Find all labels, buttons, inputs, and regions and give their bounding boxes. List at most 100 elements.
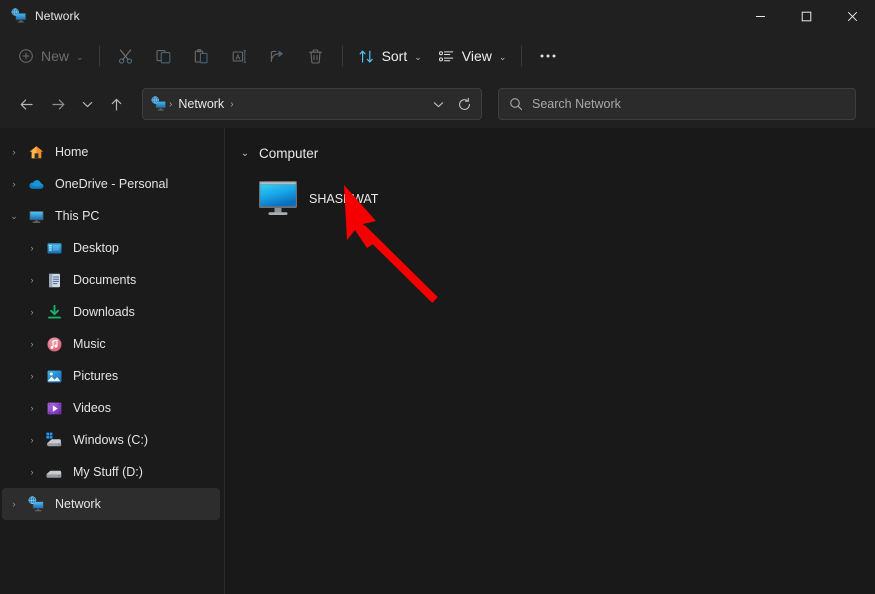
expander-chevron-icon[interactable]: › (20, 307, 44, 317)
expander-chevron-icon[interactable]: › (20, 339, 44, 349)
this-pc-monitor-icon (26, 208, 46, 225)
sidebar-item-documents[interactable]: › Documents (2, 264, 220, 296)
expander-chevron-icon[interactable]: › (2, 179, 26, 189)
sidebar-item-network[interactable]: › Network (2, 488, 220, 520)
view-list-icon (438, 48, 455, 65)
rename-button[interactable]: A (221, 40, 259, 72)
expander-chevron-icon[interactable]: › (2, 499, 26, 509)
expander-chevron-icon[interactable]: › (20, 243, 44, 253)
delete-button[interactable] (297, 40, 335, 72)
share-icon (269, 48, 286, 65)
sidebar-label: My Stuff (D:) (73, 465, 143, 479)
search-input[interactable]: Search Network (532, 97, 621, 111)
computer-monitor-icon (257, 179, 299, 219)
window-title: Network (35, 9, 80, 23)
svg-text:A: A (236, 54, 241, 61)
breadcrumb-separator-trailing: › (228, 99, 235, 110)
minimize-button[interactable] (737, 0, 783, 32)
up-button[interactable] (100, 88, 132, 120)
list-item-label: SHASHWAT (309, 192, 378, 206)
desktop-folder-icon (44, 240, 64, 257)
cut-button[interactable] (107, 40, 145, 72)
paste-button[interactable] (183, 40, 221, 72)
downloads-folder-icon (44, 304, 64, 321)
address-dropdown-button[interactable] (425, 91, 451, 117)
expander-chevron-icon[interactable]: › (2, 147, 26, 157)
breadcrumb-item-network[interactable]: Network (178, 97, 224, 111)
sidebar-item-this-pc[interactable]: ⌄ This PC (2, 200, 220, 232)
sidebar-item-music[interactable]: › Music (2, 328, 220, 360)
sidebar-item-home[interactable]: › Home (2, 136, 220, 168)
group-title: Computer (259, 146, 318, 161)
chevron-down-icon: ⌄ (414, 53, 422, 62)
windows-drive-icon (44, 431, 64, 449)
sidebar-label: Videos (73, 401, 111, 415)
copy-button[interactable] (145, 40, 183, 72)
sidebar-label: OneDrive - Personal (55, 177, 168, 191)
share-button[interactable] (259, 40, 297, 72)
sidebar-label: Downloads (73, 305, 135, 319)
network-computer-icon (11, 8, 27, 24)
expander-chevron-icon[interactable]: › (20, 435, 44, 445)
sidebar-item-downloads[interactable]: › Downloads (2, 296, 220, 328)
sidebar-label: Music (73, 337, 106, 351)
onedrive-cloud-icon (26, 175, 46, 193)
view-button-label: View (462, 48, 492, 64)
sidebar-label: Documents (73, 273, 136, 287)
sidebar-item-onedrive-personal[interactable]: › OneDrive - Personal (2, 168, 220, 200)
sidebar-label: Home (55, 145, 88, 159)
sort-button-label: Sort (382, 48, 408, 64)
close-button[interactable] (829, 0, 875, 32)
sidebar-label: Desktop (73, 241, 119, 255)
scissors-icon (117, 48, 134, 65)
sidebar-item-desktop[interactable]: › Desktop (2, 232, 220, 264)
explorer-body: › Home › OneDriv (0, 128, 875, 594)
sidebar-label: Windows (C:) (73, 433, 148, 447)
group-header-computer[interactable]: ⌄ Computer (237, 140, 875, 166)
command-bar: New ⌄ (0, 32, 875, 80)
maximize-button[interactable] (783, 0, 829, 32)
chevron-down-icon: ⌄ (76, 53, 84, 62)
see-more-button[interactable] (529, 40, 567, 72)
chevron-down-icon[interactable]: ⌄ (239, 148, 251, 159)
navigation-bar: › Network › Search Network (0, 80, 875, 128)
sidebar-label: This PC (55, 209, 99, 223)
network-computer-icon (151, 96, 167, 112)
new-button-label: New (41, 48, 69, 64)
title-bar-left: Network (0, 8, 80, 24)
sidebar-item-videos[interactable]: › Videos (2, 392, 220, 424)
rename-icon: A (231, 48, 248, 65)
refresh-button[interactable] (451, 91, 477, 117)
sidebar-item-pictures[interactable]: › Pictures (2, 360, 220, 392)
documents-folder-icon (44, 272, 64, 289)
music-folder-icon (44, 336, 64, 353)
toolbar-divider-1 (99, 46, 100, 66)
trash-icon (307, 48, 324, 65)
sidebar-item-my-stuff-d[interactable]: › My Stuff (D:) (2, 456, 220, 488)
toolbar-divider-3 (521, 46, 522, 66)
address-bar[interactable]: › Network › (142, 88, 482, 120)
new-button[interactable]: New ⌄ (10, 40, 92, 72)
sort-button[interactable]: Sort ⌄ (350, 40, 430, 72)
expander-chevron-icon[interactable]: › (20, 467, 44, 477)
window-controls (737, 0, 875, 32)
file-list-view: ⌄ Computer (225, 128, 875, 594)
chevron-down-icon: ⌄ (499, 53, 507, 62)
recent-locations-button[interactable] (74, 88, 100, 120)
expander-chevron-icon[interactable]: › (20, 275, 44, 285)
sidebar-item-windows-c[interactable]: › Windows (C:) (2, 424, 220, 456)
expander-chevron-icon[interactable]: ⌄ (2, 211, 26, 222)
paste-icon (193, 48, 210, 65)
expander-chevron-icon[interactable]: › (20, 371, 44, 381)
expander-chevron-icon[interactable]: › (20, 403, 44, 413)
view-button[interactable]: View ⌄ (430, 40, 515, 72)
pictures-folder-icon (44, 368, 64, 385)
sidebar-label: Network (55, 497, 101, 511)
forward-button[interactable] (42, 88, 74, 120)
breadcrumb[interactable]: › Network › (167, 97, 425, 111)
back-button[interactable] (10, 88, 42, 120)
list-item[interactable]: SHASHWAT (249, 172, 417, 226)
navigation-pane: › Home › OneDriv (0, 128, 225, 594)
drive-icon (44, 463, 64, 481)
search-box[interactable]: Search Network (498, 88, 856, 120)
